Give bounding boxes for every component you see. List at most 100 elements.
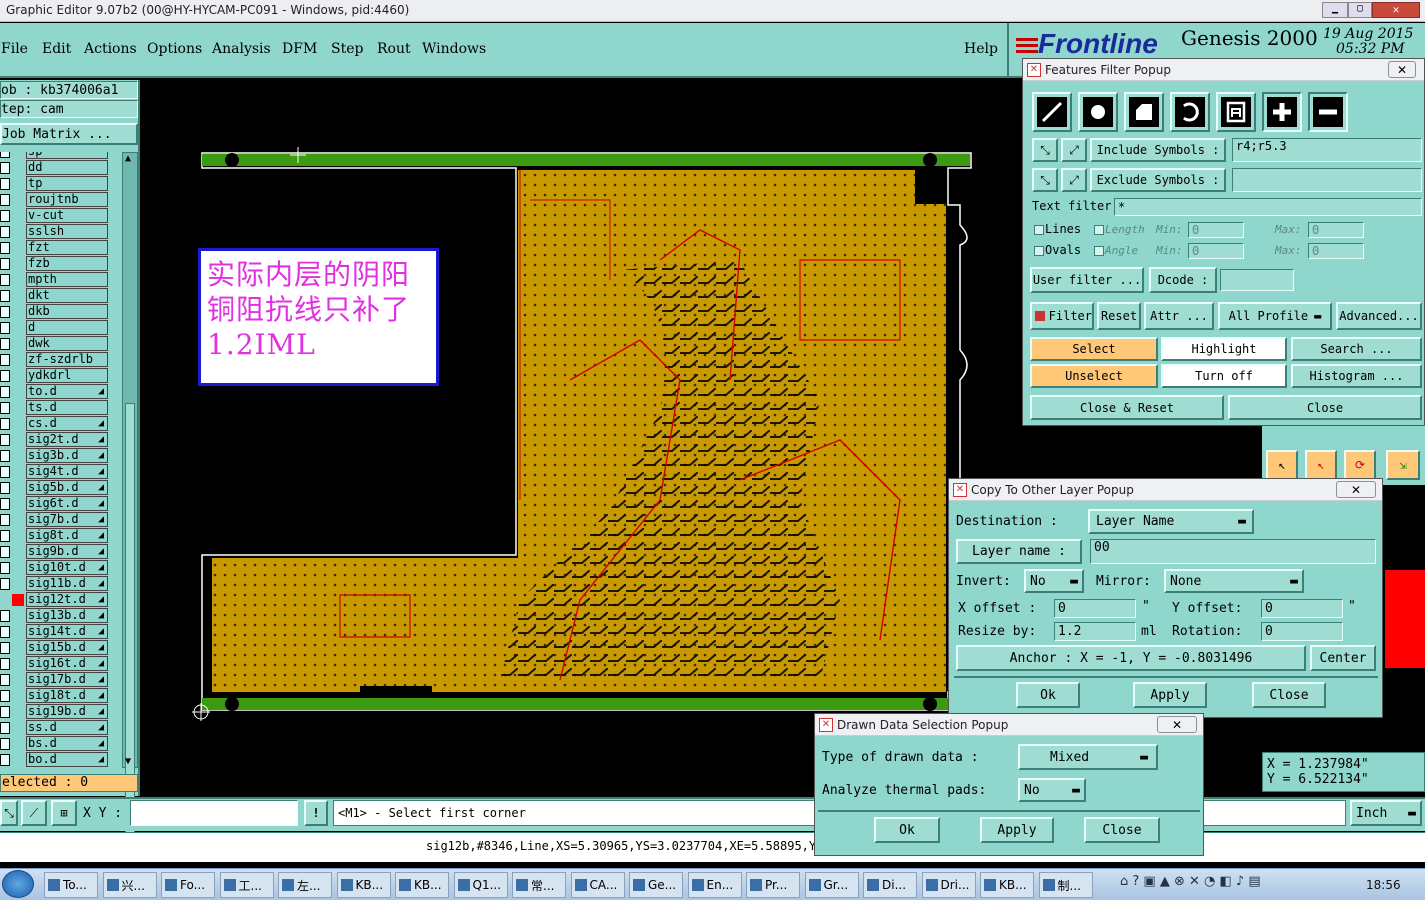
layer-row[interactable]: sig11b.d ◢ [0,576,122,592]
exclude-pick-icon[interactable]: ⤢ [1061,168,1087,192]
maximize-button[interactable]: ▢ [1348,2,1372,18]
layer-name[interactable]: sig5b.d ◢ [26,480,108,495]
layer-checkbox[interactable] [0,466,10,478]
minimize-button[interactable]: ▁ [1322,2,1348,18]
layer-checkbox[interactable] [0,290,10,302]
layer-row[interactable]: sig7b.d ◢ [0,512,122,528]
ovals-checkbox[interactable] [1034,246,1044,256]
layer-name[interactable]: bs.d ◢ [26,736,108,751]
layer-row[interactable]: sig5b.d ◢ [0,480,122,496]
layer-name[interactable]: ts.d [26,400,108,415]
exclude-symbols-input[interactable] [1232,168,1422,192]
layer-name[interactable]: mpth [26,272,108,287]
taskbar-item[interactable]: Fo... [161,872,215,898]
layer-name[interactable]: cs.d ◢ [26,416,108,431]
layer-checkbox[interactable] [0,626,10,638]
angle-min-input[interactable]: 0 [1188,243,1244,259]
menu-analysis[interactable]: Analysis [212,41,271,57]
layer-row[interactable]: fzb [0,256,122,272]
surface-symbol-tool[interactable] [1124,92,1164,132]
layer-checkbox[interactable] [0,482,10,494]
filter-toggle[interactable]: Filter [1030,302,1094,330]
layer-row[interactable]: sig18t.d ◢ [0,688,122,704]
layer-checkbox[interactable] [0,674,10,686]
taskbar-item[interactable]: En... [687,872,742,898]
layer-checkbox[interactable] [0,546,10,558]
layer-name[interactable]: dd [26,160,108,175]
include-pick-icon[interactable]: ⤢ [1061,138,1087,162]
layer-scrollbar[interactable]: ▲ ▼ [122,152,138,843]
units-dropdown[interactable]: Inch ▬ [1350,800,1422,826]
layer-checkbox[interactable] [0,162,10,174]
layer-checkbox[interactable] [0,386,10,398]
invert-dropdown[interactable]: No ▬ [1024,569,1084,593]
scroll-down-arrow-icon[interactable]: ▼ [125,756,131,767]
layer-name[interactable]: to.d ◢ [26,384,108,399]
y-offset-input[interactable]: 0 [1261,599,1343,618]
taskbar-item[interactable]: Dri... [921,872,976,898]
layer-name[interactable]: sig10t.d ◢ [26,560,108,575]
filter-close-button[interactable]: Close [1228,395,1422,420]
net-tool[interactable]: ⇲ [1386,450,1420,480]
search-button[interactable]: Search ... [1291,337,1422,361]
line-symbol-tool[interactable] [1032,92,1072,132]
layer-name[interactable]: sig11b.d ◢ [26,576,108,591]
layer-row[interactable]: fzt [0,240,122,256]
clock[interactable]: 18:56 [1366,878,1401,892]
layer-name-button[interactable]: Layer name : [956,539,1082,564]
layer-checkbox[interactable] [0,402,10,414]
layer-row[interactable]: ydkdrl [0,368,122,384]
layer-row[interactable]: sig17b.d ◢ [0,672,122,688]
layer-checkbox[interactable] [12,594,24,606]
layer-row[interactable]: ts.d [0,400,122,416]
dcode-input[interactable] [1220,269,1294,291]
layer-checkbox[interactable] [0,658,10,670]
layer-checkbox[interactable] [0,354,10,366]
layer-name[interactable]: tp [26,176,108,191]
taskbar-item[interactable]: Ge... [629,872,683,898]
scroll-up-arrow-icon[interactable]: ▲ [125,153,131,164]
layer-checkbox[interactable] [0,226,10,238]
taskbar-item[interactable]: KB... [980,872,1034,898]
layer-name[interactable]: d [26,320,108,335]
layer-name[interactable]: sig19b.d ◢ [26,704,108,719]
layer-row[interactable]: mpth [0,272,122,288]
layer-name[interactable]: roujtnb [26,192,108,207]
lasso-tool[interactable]: ⟳ [1344,450,1376,480]
layer-row[interactable]: bo.d ◢ [0,752,122,768]
menu-rout[interactable]: Rout [377,41,411,57]
resize-input[interactable]: 1.2 [1054,622,1136,641]
layer-checkbox[interactable] [0,610,10,622]
layer-row[interactable]: cs.d ◢ [0,416,122,432]
taskbar-item[interactable]: 常... [512,872,566,898]
menu-actions[interactable]: Actions [84,41,137,57]
layer-checkbox[interactable] [0,754,10,766]
length-min-input[interactable]: 0 [1188,222,1244,238]
taskbar-item[interactable]: Q1... [453,872,508,898]
layer-checkbox[interactable] [0,418,10,430]
layer-row[interactable]: v-cut [0,208,122,224]
taskbar-item[interactable]: 左... [278,872,332,898]
layer-name-input[interactable]: 00 [1090,539,1376,564]
layer-row[interactable]: to.d ◢ [0,384,122,400]
xy-input[interactable] [130,800,298,826]
layer-row[interactable]: dkt [0,288,122,304]
angle-checkbox[interactable] [1094,246,1104,256]
menu-edit[interactable]: Edit [42,41,71,57]
layer-row[interactable]: sig16t.d ◢ [0,656,122,672]
layer-row[interactable]: sig12t.d ◢ [0,592,122,608]
layer-name[interactable]: sig17b.d ◢ [26,672,108,687]
user-filter-button[interactable]: User filter ... [1030,267,1144,293]
layer-checkbox[interactable] [0,562,10,574]
layer-name[interactable]: sig15b.d ◢ [26,640,108,655]
unselect-button[interactable]: Unselect [1030,364,1158,388]
layer-checkbox[interactable] [0,338,10,350]
text-symbol-tool[interactable] [1216,92,1256,132]
layer-checkbox[interactable] [0,258,10,270]
taskbar-item[interactable]: Di... [863,872,917,898]
exclude-zoom-icon[interactable]: ⤡ [1032,168,1058,192]
layer-row[interactable]: sig4t.d ◢ [0,464,122,480]
layer-name[interactable]: sig16t.d ◢ [26,656,108,671]
layer-name[interactable]: sp [26,152,108,159]
layer-name[interactable]: dkb [26,304,108,319]
